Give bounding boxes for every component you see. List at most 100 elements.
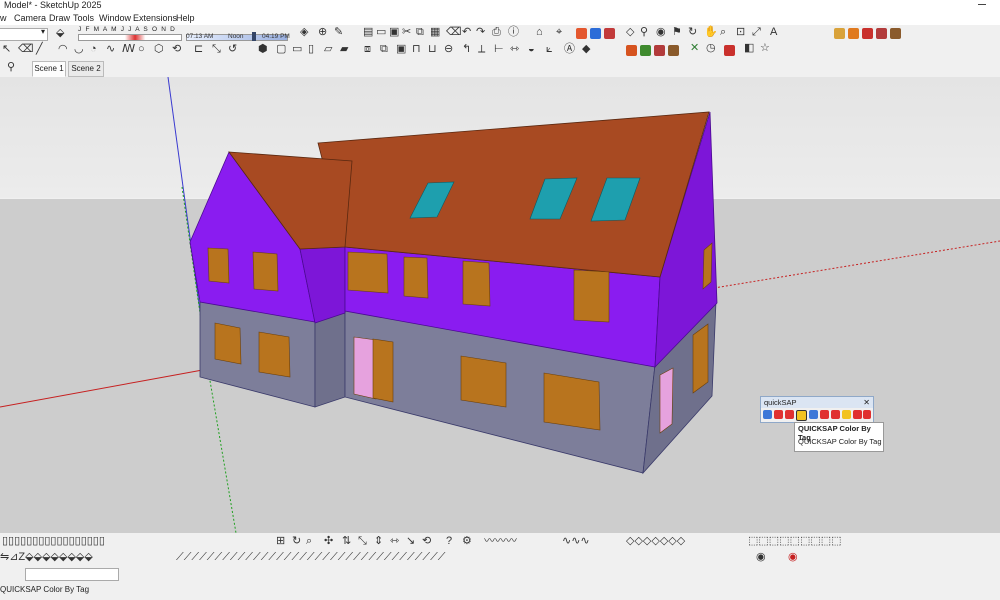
plugin-d-icon[interactable] [876,28,887,39]
zoom-extents-icon[interactable]: ⤢ [752,26,761,38]
dimension-icon[interactable]: ⇿ [510,43,519,55]
walk-icon[interactable]: ⚲ [640,26,648,38]
model-viewport[interactable] [0,77,1000,533]
back-view-icon[interactable]: ▱ [324,43,332,55]
section-plane-icon[interactable]: ◇ [626,26,634,38]
quicksap-title-bar[interactable]: quickSAP ✕ [761,397,873,408]
clock-icon[interactable]: ◷ [706,42,716,54]
star-icon[interactable]: ☆ [760,42,770,54]
flip-icon[interactable]: ⇅ [342,535,351,547]
section-icon[interactable]: ◆ [582,43,590,55]
sandbox-icon[interactable]: ✎ [334,26,343,38]
new-icon[interactable]: ▤ [363,26,373,38]
target-icon[interactable]: ◉ [756,551,766,563]
paste-icon[interactable]: ▦ [430,26,440,38]
menu-help[interactable]: Help [176,13,195,23]
plugin-c-icon[interactable] [862,28,873,39]
look-around-icon[interactable]: ◉ [656,26,666,38]
pie-icon[interactable]: ◔ [90,43,97,55]
quicksap-tool-icon[interactable] [785,410,794,419]
camera-icon[interactable]: ◧ [744,42,754,54]
shadow-date-slider[interactable] [78,34,182,41]
subtract-icon[interactable]: ⊖ [444,43,453,55]
arc-2-icon[interactable]: ◡ [74,43,84,55]
plant-plugin-icon[interactable] [640,45,651,56]
menu-camera[interactable]: Camera [14,13,46,23]
surface-tool-icon[interactable]: ⬚⬚⬚⬚⬚⬚⬚⬚⬚ [748,535,842,547]
left-view-icon[interactable]: ▰ [340,43,348,55]
cut-icon[interactable]: ✂ [402,26,411,38]
polygon-icon[interactable]: ⬡ [154,43,164,55]
menu-extensions[interactable]: Extensions [133,13,177,23]
right-view-icon[interactable]: ▯ [308,43,314,55]
tag-dropdown[interactable]: ▾ [0,27,48,41]
axes-icon[interactable]: ⟀ [546,43,553,55]
measurements-box[interactable] [25,568,119,581]
record-icon[interactable]: ◉ [788,551,798,563]
quicksap-tool-icon[interactable] [863,410,871,419]
outer-shell-icon[interactable]: ▣ [396,43,406,55]
shape-tool-icon[interactable]: ◇◇◇◇◇◇◇ [626,535,685,547]
move-icon[interactable]: ✣ [324,535,333,547]
orbit-icon[interactable]: ↻ [688,26,697,38]
styles-icon[interactable]: ◈ [300,26,308,38]
line-icon[interactable]: ╱ [36,43,43,55]
open-icon[interactable]: ▭ [376,26,386,38]
menu-window[interactable]: Window [99,13,131,23]
mirror-icon[interactable]: ⇿ [390,535,399,547]
plugin-a-icon[interactable] [834,28,845,39]
box-plugin-icon[interactable] [668,45,679,56]
quicksap-tool-icon[interactable] [853,410,862,419]
color-by-tag-icon[interactable] [796,410,807,421]
menu-view[interactable]: w [0,13,7,23]
tree-plugin-icon[interactable] [626,45,637,56]
curve-tool-icon[interactable]: 〰〰〰 [484,535,517,547]
tab-scene-2[interactable]: Scene 2 [68,61,104,77]
bottom-tool-icon[interactable]: ⇋⊿Z⬙⬙⬙⬙⬙⬙⬙⬙ [0,551,93,563]
search-tool-icon[interactable]: ⌕ [306,535,312,547]
split-icon[interactable]: ⟂ [478,43,485,55]
trim-icon[interactable]: ↰ [462,43,471,55]
ruby-icon[interactable] [604,28,615,39]
scale-icon[interactable]: ⤡ [212,43,221,55]
warehouse-icon[interactable]: ⌂ [536,26,543,38]
union-icon[interactable]: ⊔ [428,43,437,55]
minimize-icon[interactable] [978,4,986,5]
scale-tool-icon[interactable]: ⤡ [358,535,367,547]
paint-bucket-icon[interactable]: ⬙ [56,27,64,39]
settings-icon[interactable]: ⚙ [462,535,472,547]
location-icon[interactable]: ⌖ [556,26,562,38]
zoom-window-icon[interactable]: ⊡ [736,26,745,38]
quicksap-tool-icon[interactable] [831,410,840,419]
quicksap-tool-icon[interactable] [774,410,783,419]
arc-icon[interactable]: ◠ [58,43,68,55]
quicksap-tool-icon[interactable] [809,410,818,419]
protractor-tool-icon[interactable]: ⟲ [422,535,431,547]
intersect-icon[interactable]: ⊓ [412,43,421,55]
cross-icon[interactable]: ✕ [690,42,699,54]
erase-icon[interactable]: ⌫ [446,26,462,38]
bezier-tool-icon[interactable]: ∿∿∿ [562,535,590,547]
menu-draw[interactable]: Draw [49,13,70,23]
quicksap-tool-icon[interactable] [820,410,829,419]
position-camera-icon[interactable]: ⚑ [672,26,682,38]
freehand-icon[interactable]: ꟿ [122,43,135,55]
plugin-f-icon[interactable] [724,45,735,56]
undo-icon[interactable]: ↶ [462,26,471,38]
tape-tool-icon[interactable]: ↘ [406,535,415,547]
group-icon[interactable]: ⧈ [364,43,371,55]
shadow-time-knob[interactable] [252,32,256,41]
circle-icon[interactable]: ○ [138,43,145,55]
3d-warehouse-icon[interactable] [590,28,601,39]
copy-icon[interactable]: ⧉ [416,26,424,38]
text-icon[interactable]: A [770,26,777,38]
curve-icon[interactable]: ∿ [106,43,115,55]
quicksap-tool-icon[interactable] [842,410,851,419]
select-icon[interactable]: ↖ [2,43,11,55]
pushpull-icon[interactable]: ⇕ [374,535,383,547]
tape-icon[interactable]: ⊢ [494,43,504,55]
menu-tools[interactable]: Tools [73,13,94,23]
extension-warehouse-icon[interactable] [576,28,587,39]
tab-scene-1[interactable]: Scene 1 [32,61,66,77]
plugin-b-icon[interactable] [848,28,859,39]
